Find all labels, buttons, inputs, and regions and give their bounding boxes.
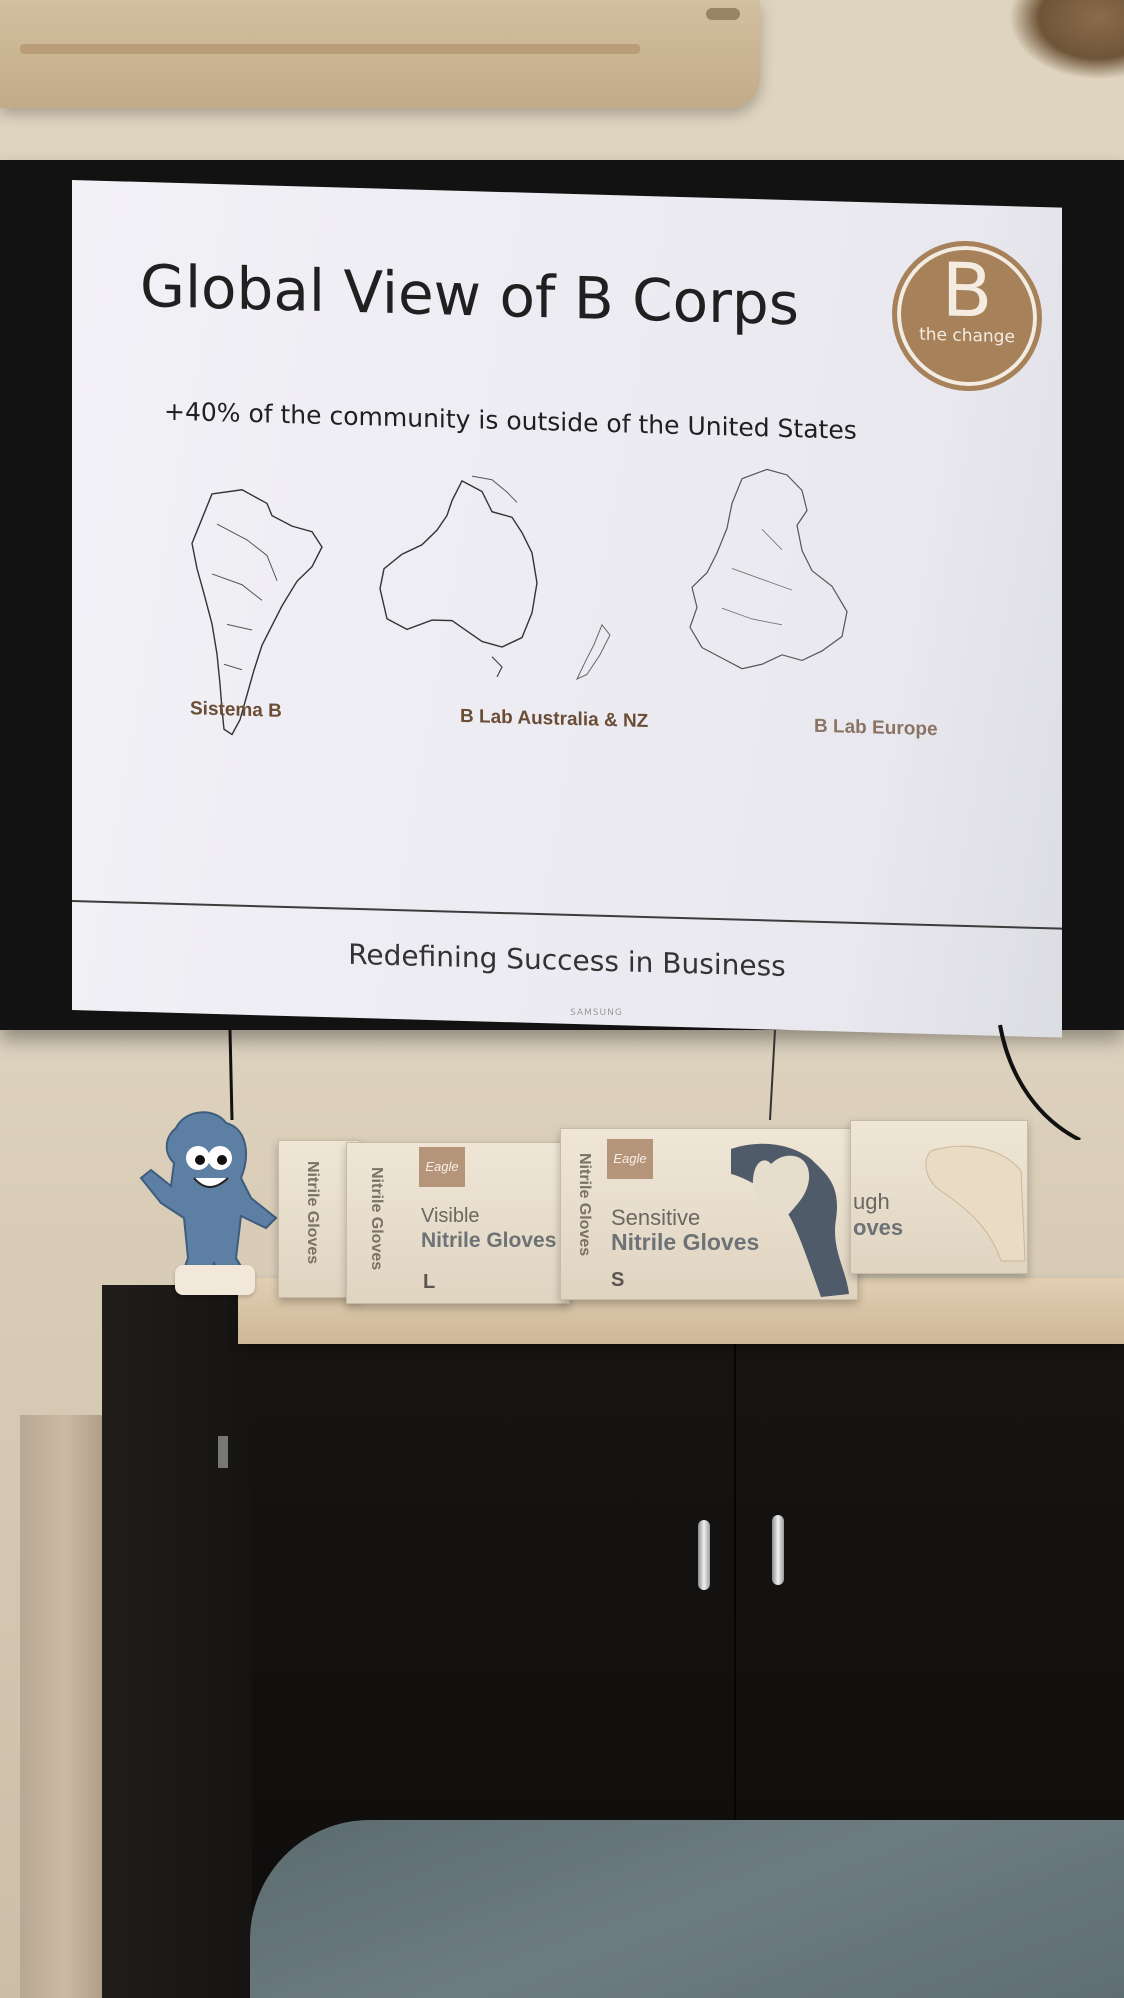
cabinet-handle-left[interactable] (698, 1520, 710, 1590)
b-corp-logo: B the change (892, 238, 1042, 394)
tv-brand-label: SAMSUNG (570, 1008, 623, 1018)
glove-box-tough: ugh oves (850, 1120, 1028, 1274)
glove-box-side-label: Nitrile Gloves (304, 1161, 321, 1265)
cabinet-handle-right[interactable] (772, 1515, 784, 1585)
glove-box-visible-l: Nitrile Gloves Eagle Visible Nitrile Glo… (346, 1142, 570, 1304)
cabinet-lock (218, 1436, 228, 1468)
television: Global View of B Corps +40% of the commu… (0, 160, 1124, 1038)
glove-box-side-label: Nitrile Gloves (368, 1167, 385, 1271)
region-label-sistema-b: Sistema B (190, 698, 282, 722)
europe-map (672, 457, 872, 693)
glove-brand-tag: Eagle (607, 1139, 653, 1179)
hand-image (925, 1145, 1026, 1262)
glove-size: L (423, 1271, 436, 1293)
logo-tagline: the change (919, 324, 1015, 348)
presentation-slide: Global View of B Corps +40% of the commu… (72, 180, 1062, 1038)
glove-box-sensitive-s: Nitrile Gloves Eagle Sensitive Nitrile G… (560, 1128, 858, 1300)
region-label-australia-nz: B Lab Australia & NZ (460, 705, 649, 733)
glove-box-line1: ugh (853, 1189, 890, 1214)
soap-bar (175, 1265, 255, 1295)
air-conditioner-indicator (706, 8, 740, 20)
glove-box-side-label: Nitrile Gloves (576, 1153, 593, 1257)
glove-box-line2: Nitrile Gloves (421, 1229, 557, 1252)
glove-brand-tag: Eagle (419, 1147, 465, 1187)
slide-footer-divider (72, 900, 1062, 930)
australia-nz-map (372, 468, 632, 705)
air-conditioner-vent (20, 44, 640, 54)
cabinet-side (102, 1285, 252, 1998)
region-label-europe: B Lab Europe (814, 715, 938, 741)
slide-subtitle: +40% of the community is outside of the … (164, 396, 857, 445)
floor (250, 1820, 1124, 1998)
glove-size: S (611, 1269, 625, 1291)
wooden-plank (20, 1415, 110, 1998)
air-conditioner (0, 0, 760, 108)
wall-decoration (994, 0, 1124, 90)
slide-footer: Redefining Success in Business (348, 937, 786, 983)
slide-title: Global View of B Corps (140, 251, 799, 339)
glove-box-line1: Visible (421, 1205, 480, 1227)
gloved-hands-heart-image (731, 1143, 849, 1297)
glove-box-line1: Sensitive (611, 1205, 701, 1230)
logo-letter: B (941, 247, 993, 335)
glove-box-line2: oves (853, 1215, 904, 1240)
